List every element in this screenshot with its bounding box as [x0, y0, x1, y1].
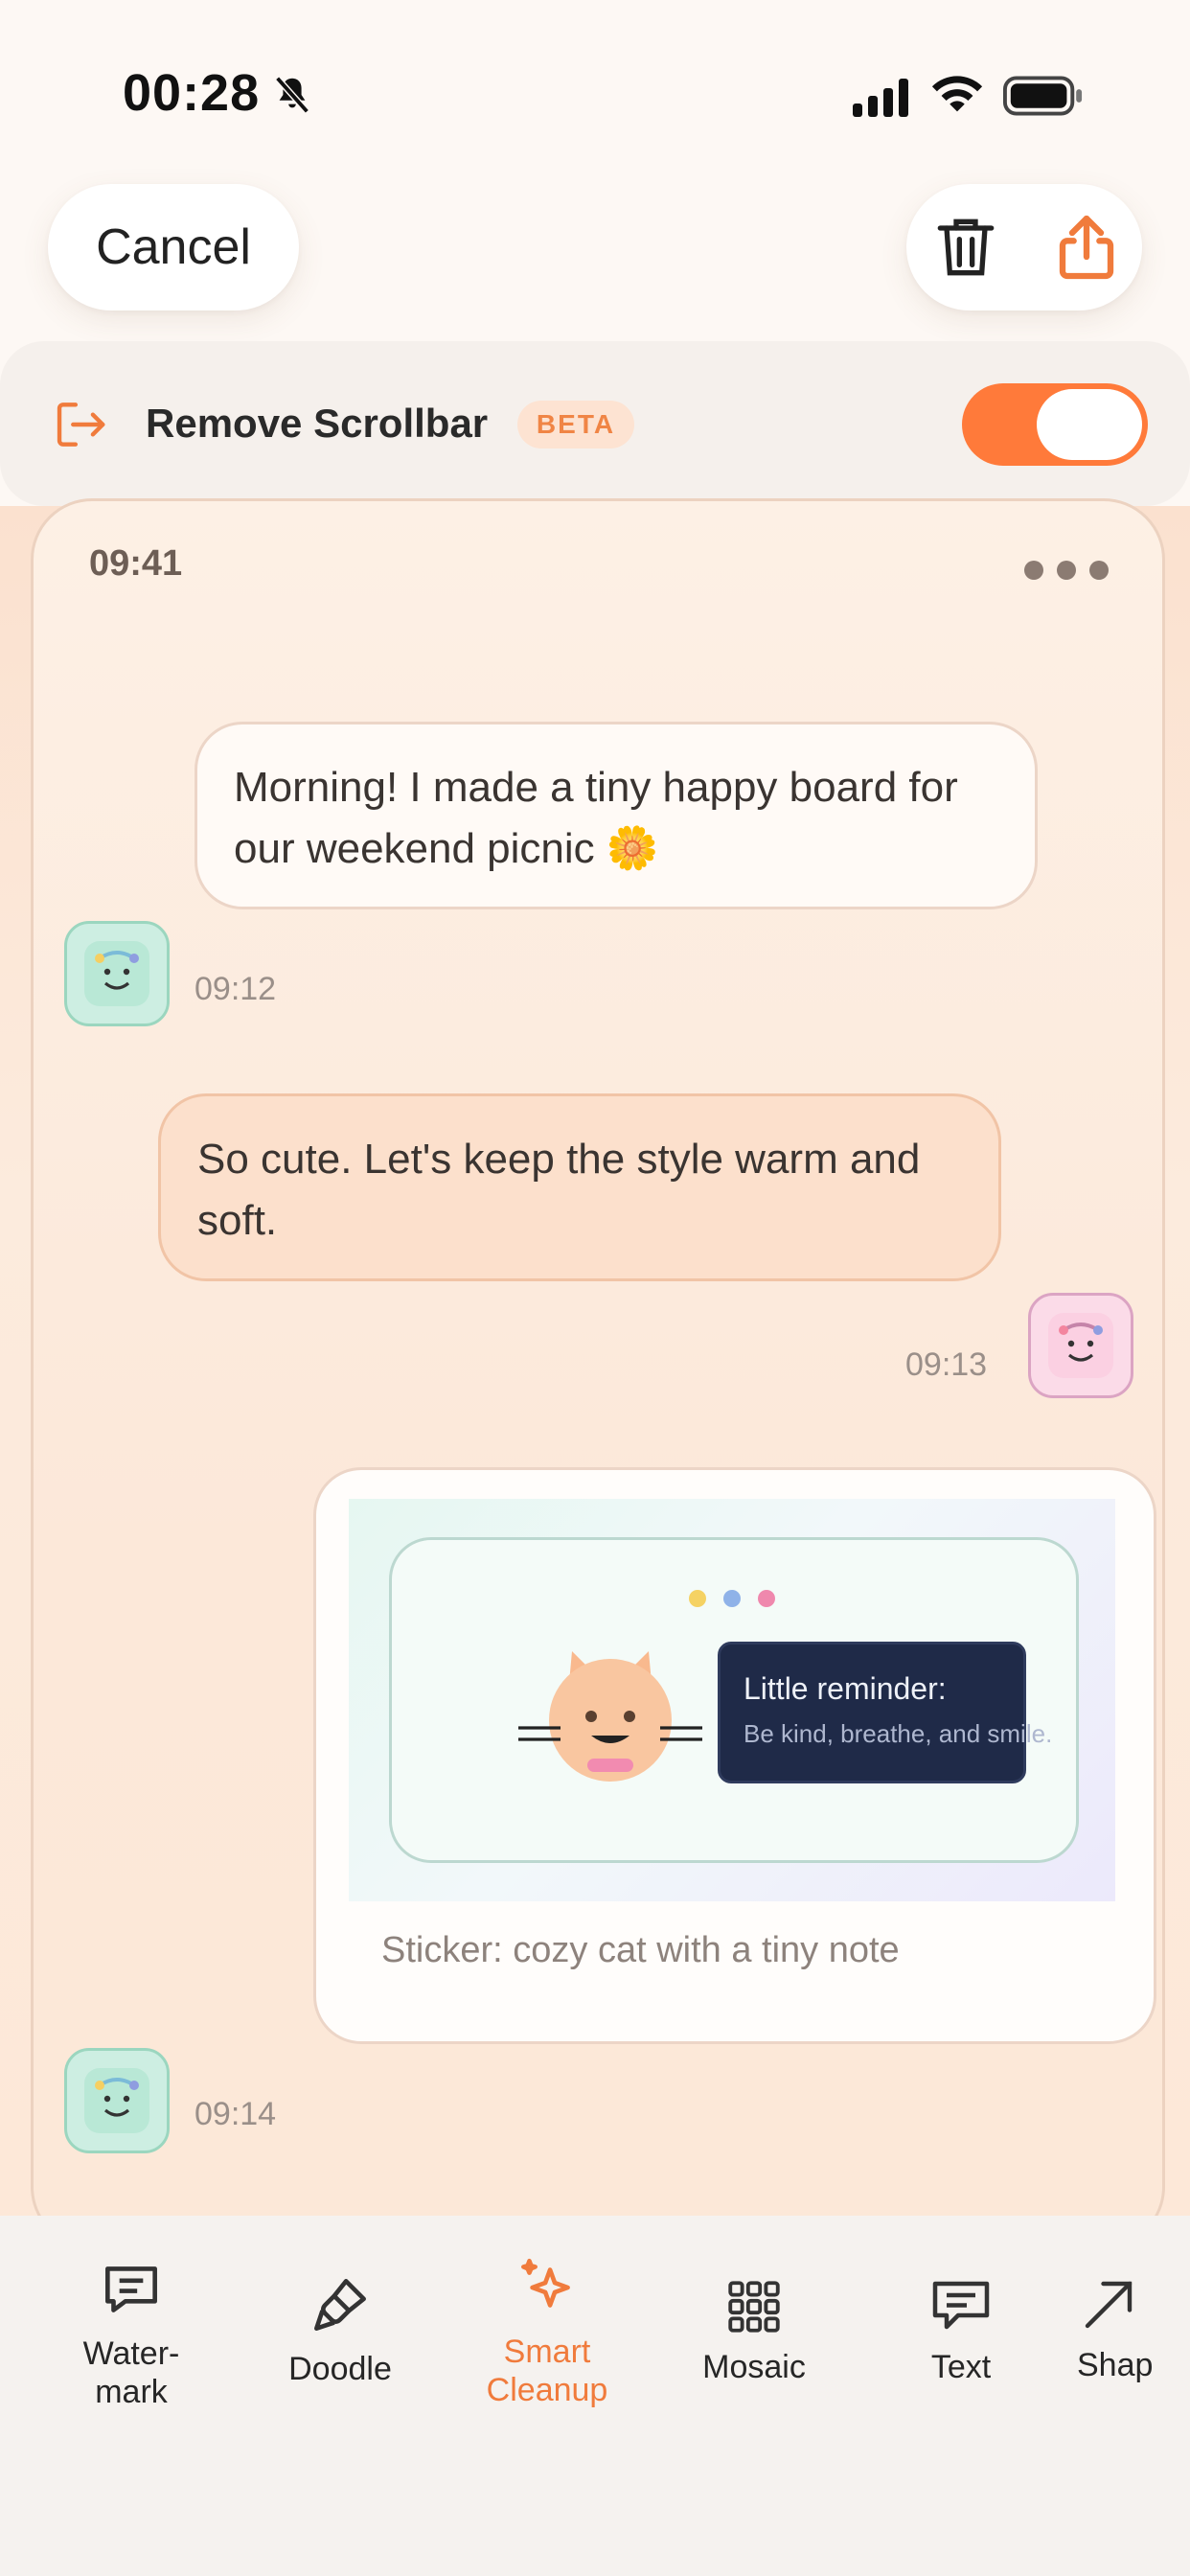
avatar [64, 2048, 170, 2153]
tool-label: Mosaic [702, 2349, 806, 2385]
cat-face-icon [518, 1651, 702, 1782]
header-actions [906, 184, 1142, 310]
wifi-icon [931, 76, 983, 112]
message-time: 09:14 [195, 2096, 277, 2132]
tool-label: Smart Cleanup [486, 2334, 608, 2408]
bell-muted-icon [275, 76, 309, 114]
avatar [1028, 1293, 1133, 1398]
more-icon [1011, 561, 1109, 585]
message-bubble: Morning! I made a tiny happy board for o… [195, 722, 1038, 909]
cellular-signal-icon [853, 79, 908, 117]
status-time: 00:28 [123, 64, 261, 122]
exit-icon [57, 402, 105, 447]
sticker-note-subtitle: Be kind, breathe, and smile. [744, 1719, 1053, 1748]
smiley-avatar-icon [84, 2068, 149, 2133]
sparkle-icon [521, 2258, 570, 2308]
sticker-image: Little reminder: Be kind, breathe, and s… [349, 1499, 1115, 1901]
tool-label: Shap [1077, 2347, 1154, 2383]
message-bubble-outgoing: So cute. Let's keep the style warm and s… [158, 1093, 1001, 1281]
message-time: 09:12 [195, 971, 277, 1007]
share-icon[interactable] [1048, 207, 1125, 288]
beta-badge: BETA [517, 401, 634, 448]
screenshot-preview[interactable]: 09:41 Morning! I made a tiny happy board… [31, 498, 1165, 2248]
tool-smart-cleanup[interactable]: Smart Cleanup [456, 2252, 638, 2409]
remove-scrollbar-label: Remove Scrollbar [146, 401, 489, 446]
text-bubble-icon [932, 2281, 990, 2330]
arrow-icon [1085, 2281, 1133, 2329]
tool-label: Text [930, 2349, 992, 2385]
brush-icon [314, 2279, 366, 2331]
tool-shape[interactable]: Shap [1077, 2273, 1190, 2384]
tool-mosaic[interactable]: Mosaic [663, 2275, 845, 2386]
tool-label: Doodle [288, 2351, 392, 2387]
toggle-knob [1037, 389, 1142, 460]
edit-toolbar: Water- mark Doodle Smart Cleanup Mosaic … [0, 2216, 1190, 2576]
sticker-frame: Little reminder: Be kind, breathe, and s… [389, 1537, 1079, 1863]
sticker-note-title: Little reminder: [744, 1671, 947, 1706]
tool-label: Water- mark [82, 2335, 180, 2410]
remove-scrollbar-toggle[interactable] [962, 383, 1148, 466]
smiley-avatar-icon [84, 941, 149, 1006]
sticker-message: Little reminder: Be kind, breathe, and s… [313, 1467, 1156, 2044]
cancel-button[interactable]: Cancel [48, 184, 299, 310]
tool-watermark[interactable]: Water- mark [40, 2254, 222, 2411]
avatar [64, 921, 170, 1026]
decor-dots [689, 1590, 792, 1612]
smiley-avatar-icon [1048, 1313, 1113, 1378]
message-time: 09:13 [905, 1346, 988, 1383]
battery-icon [1002, 76, 1083, 116]
tool-text[interactable]: Text [870, 2275, 1052, 2386]
tool-doodle[interactable]: Doodle [249, 2269, 431, 2388]
sticker-caption: Sticker: cozy cat with a tiny note [381, 1930, 900, 1970]
trash-icon[interactable] [927, 209, 1004, 286]
preview-time: 09:41 [89, 543, 183, 584]
watermark-icon [105, 2266, 157, 2312]
sticker-note: Little reminder: Be kind, breathe, and s… [718, 1642, 1052, 1783]
grid-icon [728, 2281, 780, 2333]
